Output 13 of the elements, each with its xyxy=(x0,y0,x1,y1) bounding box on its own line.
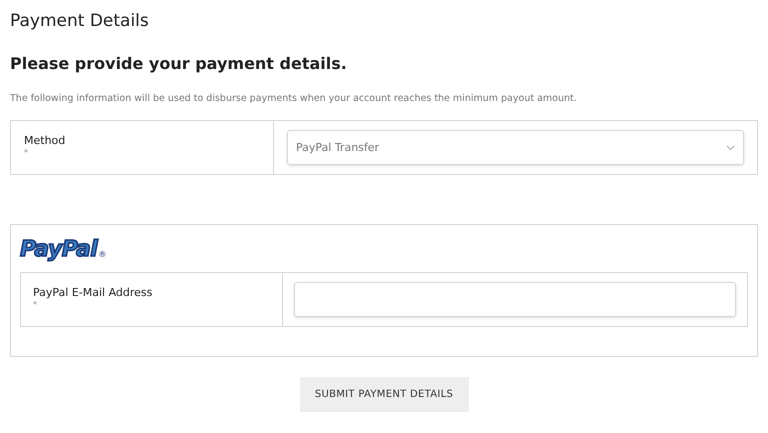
submit-button[interactable]: SUBMIT PAYMENT DETAILS xyxy=(300,377,468,412)
section-heading: Please provide your payment details. xyxy=(10,53,348,75)
method-select[interactable]: PayPal Transfer xyxy=(287,130,744,166)
chevron-down-icon xyxy=(726,144,735,151)
email-label: PayPal E-Mail Address xyxy=(33,286,154,300)
required-mark: * xyxy=(24,148,28,158)
intro-text: The following information will be used to disburse payments when your account reaches the minimum payout amount. xyxy=(10,92,578,106)
method-label: Method xyxy=(24,134,66,148)
required-mark: * xyxy=(33,300,37,310)
page-title: Payment Details xyxy=(10,10,150,32)
paypal-logo: PayPal xyxy=(20,237,98,264)
registered-mark: ® xyxy=(98,249,106,262)
email-input[interactable] xyxy=(294,282,736,318)
